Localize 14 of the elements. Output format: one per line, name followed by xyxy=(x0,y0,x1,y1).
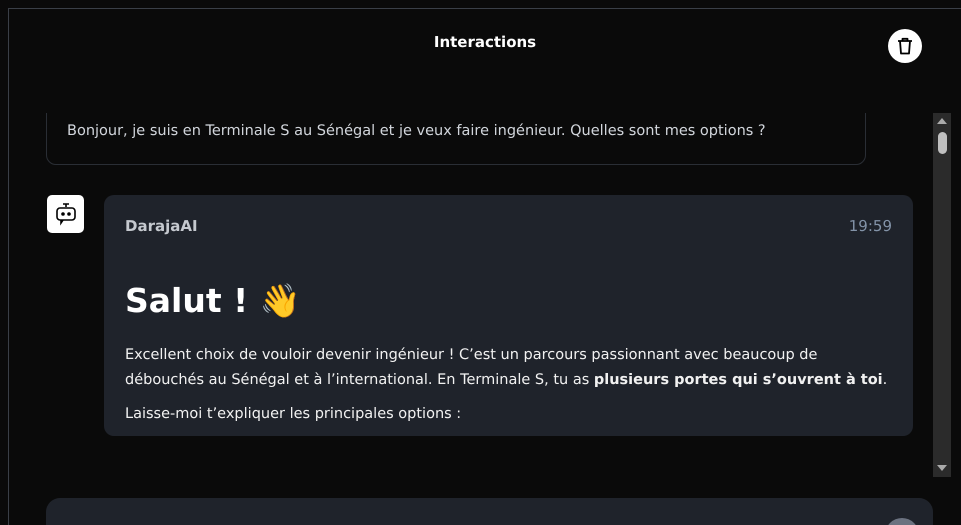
message-paragraph: Excellent choix de vouloir devenir ingénieur ! C’est un parcours passionnant avec beaucoup de débouchés au Sénégal et à l’international. En Terminale S, tu as plusieurs portes qui s’ouvrent à toi. xyxy=(125,346,888,390)
user-message: Bonjour, je suis en Terminale S au Sénégal et je veux faire ingénieur. Quelles sont mes options ? xyxy=(46,113,866,165)
message-heading: Salut ! 👋 xyxy=(125,280,302,322)
trash-icon xyxy=(897,37,913,55)
message-paragraph: Laisse-moi t’expliquer les principales options : xyxy=(125,405,462,424)
scrollbar[interactable] xyxy=(933,113,951,477)
scroll-up-icon[interactable] xyxy=(937,118,947,124)
panel-title: Interactions xyxy=(434,32,536,53)
message-author: DarajaAI xyxy=(125,216,198,237)
bot-avatar-icon xyxy=(47,195,84,233)
delete-button[interactable] xyxy=(888,29,922,63)
message-time: 19:59 xyxy=(848,216,892,237)
scrollbar-thumb[interactable] xyxy=(938,132,946,154)
scroll-down-icon[interactable] xyxy=(937,465,947,471)
